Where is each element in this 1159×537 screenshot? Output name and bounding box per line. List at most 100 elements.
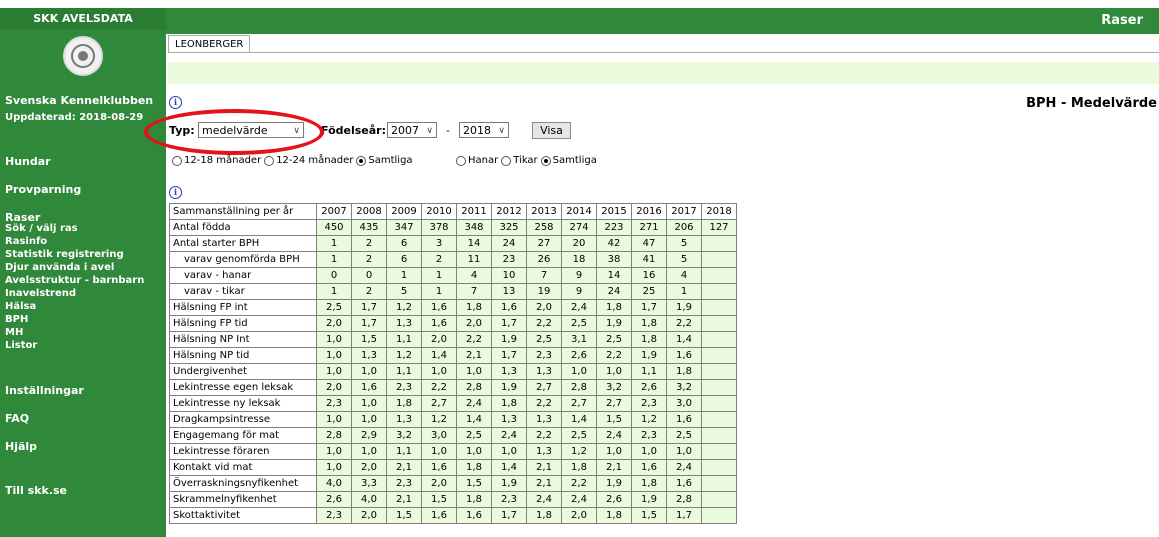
sidebar-item-till-skk-se[interactable]: Till skk.se bbox=[5, 484, 67, 497]
table-cell: 1,8 bbox=[386, 395, 422, 412]
table-cell: 2,5 bbox=[316, 299, 352, 316]
table-cell bbox=[701, 411, 737, 428]
table-cell: 1,0 bbox=[491, 443, 527, 460]
table-cell: 1,0 bbox=[316, 443, 352, 460]
table-info-icon[interactable]: i bbox=[169, 186, 182, 199]
sidebar-item-rasinfo[interactable]: Rasinfo bbox=[5, 236, 47, 247]
row-label: Kontakt vid mat bbox=[169, 459, 317, 476]
table-cell: 1,6 bbox=[456, 507, 492, 524]
table-cell: 0 bbox=[351, 267, 387, 284]
table-cell bbox=[701, 267, 737, 284]
info-strip bbox=[168, 62, 1159, 84]
table-cell: 1,3 bbox=[491, 363, 527, 380]
sidebar-item-hundar[interactable]: Hundar bbox=[5, 155, 51, 168]
table-cell: 2,6 bbox=[596, 491, 632, 508]
sex-radio-label: Samtliga bbox=[552, 155, 597, 166]
row-label: varav - tikar bbox=[169, 283, 317, 300]
table-cell: 2,4 bbox=[561, 491, 597, 508]
table-cell: 1,6 bbox=[421, 299, 457, 316]
org-name: Svenska Kennelklubben bbox=[5, 94, 154, 107]
table-cell: 1,0 bbox=[316, 459, 352, 476]
sex-radio-1[interactable] bbox=[501, 155, 512, 166]
fodelsear-label: Födelseår: bbox=[321, 124, 386, 137]
table-header-row: Sammanställning per år 2007 2008 2009 2010 2… bbox=[169, 203, 737, 220]
table-cell: 1,9 bbox=[491, 331, 527, 348]
table-cell bbox=[701, 363, 737, 380]
table-cell: 1,4 bbox=[561, 411, 597, 428]
tab-leonberger[interactable]: LEONBERGER bbox=[168, 35, 251, 53]
row-label: Antal starter BPH bbox=[169, 235, 317, 252]
sex-radio-2[interactable] bbox=[540, 155, 551, 166]
sidebar-item-hälsa[interactable]: Hälsa bbox=[5, 301, 36, 312]
to-year-select[interactable]: 2018 ∨ bbox=[459, 122, 509, 138]
sidebar-item-bph[interactable]: BPH bbox=[5, 314, 28, 325]
table-cell bbox=[701, 235, 737, 252]
visa-button[interactable]: Visa bbox=[532, 122, 571, 139]
table-cell: 1,0 bbox=[666, 443, 702, 460]
table-cell: 206 bbox=[666, 219, 702, 236]
updated-date: Uppdaterad: 2018-08-29 bbox=[5, 112, 144, 123]
table-cell: 1,4 bbox=[491, 459, 527, 476]
table-cell: 42 bbox=[596, 235, 632, 252]
section-title: Raser bbox=[1101, 13, 1143, 28]
table-cell: 1,9 bbox=[631, 491, 667, 508]
sidebar-item-listor[interactable]: Listor bbox=[5, 340, 37, 351]
sidebar-item-mh[interactable]: MH bbox=[5, 327, 23, 338]
sidebar-item-provparning[interactable]: Provparning bbox=[5, 183, 81, 196]
table-cell: 1,8 bbox=[666, 363, 702, 380]
table-cell: 2,0 bbox=[316, 379, 352, 396]
table-cell: 2,3 bbox=[316, 395, 352, 412]
table-cell: 378 bbox=[421, 219, 457, 236]
table-cell: 1,4 bbox=[666, 331, 702, 348]
table-cell: 1,3 bbox=[526, 411, 562, 428]
sidebar-item-inställningar[interactable]: Inställningar bbox=[5, 384, 84, 397]
table-cell: 1,0 bbox=[316, 331, 352, 348]
age-radio-group: 12-18 månader 12-24 månader Samtliga bbox=[172, 155, 416, 166]
age-radio-label: Samtliga bbox=[368, 155, 413, 166]
table-cell: 2,0 bbox=[456, 315, 492, 332]
table-cell: 1,7 bbox=[491, 347, 527, 364]
table-row: Undergivenhet 1,0 1,0 1,1 1,0 1,0 1,3 1,3 1,0 1,0… bbox=[169, 363, 737, 380]
sidebar-item-inavelstrend[interactable]: Inavelstrend bbox=[5, 288, 76, 299]
sidebar-item-faq[interactable]: FAQ bbox=[5, 412, 29, 425]
sidebar-item-avelsstruktur-barnbarn[interactable]: Avelsstruktur - barnbarn bbox=[5, 275, 144, 286]
age-radio-2[interactable] bbox=[356, 155, 367, 166]
sidebar-item-statistik-registrering[interactable]: Statistik registrering bbox=[5, 249, 124, 260]
skk-logo-icon bbox=[63, 36, 103, 76]
table-row: Hälsning NP Int 1,0 1,5 1,1 2,0 2,2 1,9 2,5 3,1 2… bbox=[169, 331, 737, 348]
sidebar-item-sök-välj-ras[interactable]: Sök / välj ras bbox=[5, 223, 78, 234]
table-cell: 2 bbox=[421, 251, 457, 268]
top-header: Raser bbox=[166, 8, 1159, 34]
table-cell: 1,7 bbox=[666, 507, 702, 524]
row-label: Hälsning NP tid bbox=[169, 347, 317, 364]
typ-select[interactable]: medelvärde ∨ bbox=[198, 122, 304, 138]
table-cell: 1,9 bbox=[596, 315, 632, 332]
table-cell bbox=[701, 251, 737, 268]
table-cell: 2,3 bbox=[386, 475, 422, 492]
sidebar-item-djur-använda-i-avel[interactable]: Djur använda i avel bbox=[5, 262, 114, 273]
age-radio-0[interactable] bbox=[172, 155, 182, 166]
row-label: Lekintresse ny leksak bbox=[169, 395, 317, 412]
row-label: Hälsning FP tid bbox=[169, 315, 317, 332]
table-row: Kontakt vid mat 1,0 2,0 2,1 1,6 1,8 1,4 2,1 1,8 2… bbox=[169, 459, 737, 476]
table-cell: 2,3 bbox=[386, 379, 422, 396]
table-row: varav - tikar 1 2 5 1 7 13 19 9 24 25 1 bbox=[169, 283, 737, 300]
table-row: Skottaktivitet 2,3 2,0 1,5 1,6 1,6 1,7 1,8 2,0 1,… bbox=[169, 507, 737, 524]
sex-radio-0[interactable] bbox=[456, 155, 466, 166]
info-icon[interactable]: i bbox=[169, 96, 182, 109]
table-cell: 1,8 bbox=[456, 491, 492, 508]
table-cell: 0 bbox=[316, 267, 352, 284]
table-cell: 2,2 bbox=[526, 427, 562, 444]
table-cell bbox=[701, 395, 737, 412]
table-cell: 10 bbox=[491, 267, 527, 284]
row-label: Undergivenhet bbox=[169, 363, 317, 380]
table-cell: 1,4 bbox=[421, 347, 457, 364]
table-cell: 2,4 bbox=[596, 427, 632, 444]
age-radio-1[interactable] bbox=[264, 155, 275, 166]
table-cell: 1,9 bbox=[666, 299, 702, 316]
sidebar-item-hjälp[interactable]: Hjälp bbox=[5, 440, 37, 453]
table-cell bbox=[701, 347, 737, 364]
from-year-select[interactable]: 2007 ∨ bbox=[387, 122, 437, 138]
table-cell: 2 bbox=[351, 235, 387, 252]
table-cell: 3,0 bbox=[666, 395, 702, 412]
